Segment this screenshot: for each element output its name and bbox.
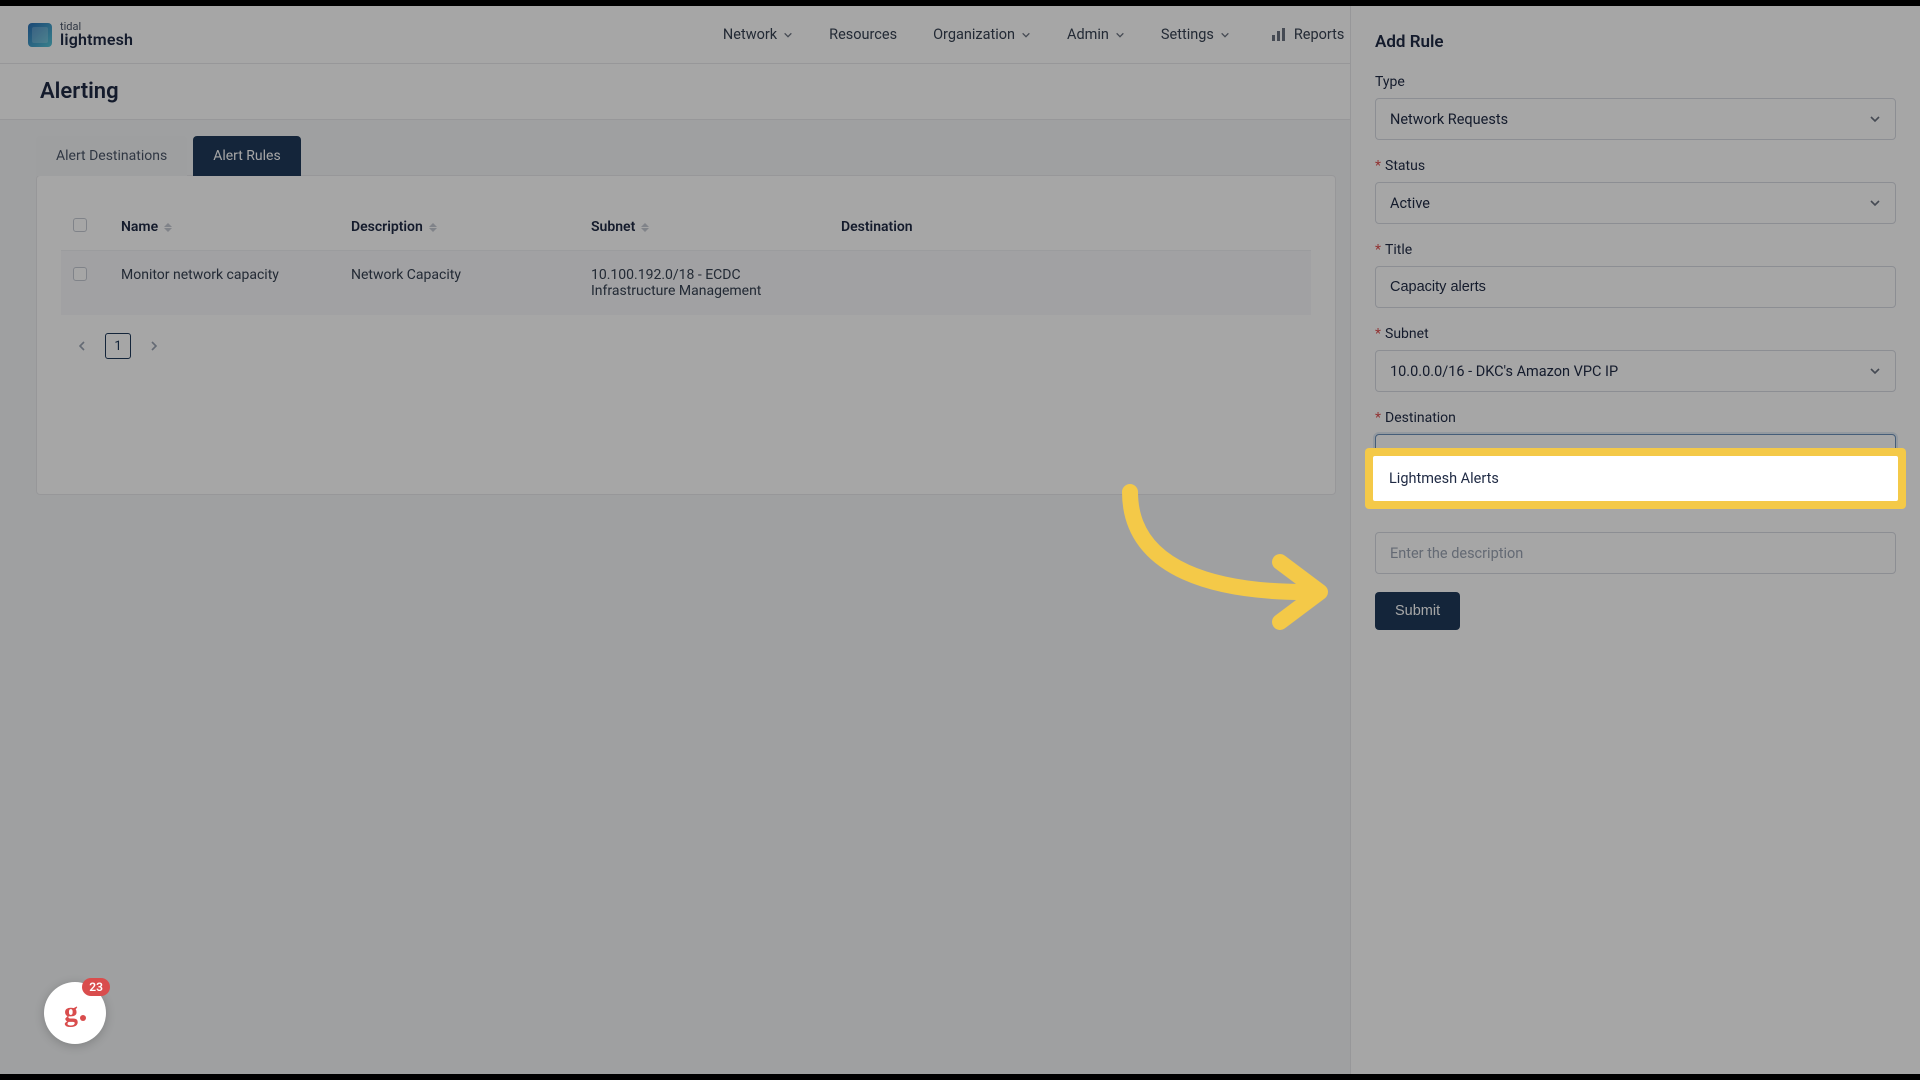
type-select[interactable]: Network Requests xyxy=(1375,98,1896,140)
nav-resources[interactable]: Resources xyxy=(829,26,897,43)
tab-alert-destinations[interactable]: Alert Destinations xyxy=(36,136,187,176)
bar-chart-icon xyxy=(1270,27,1286,43)
nav-admin[interactable]: Admin xyxy=(1067,26,1125,43)
nav-settings[interactable]: Settings xyxy=(1161,26,1230,43)
tab-alert-rules[interactable]: Alert Rules xyxy=(193,136,301,176)
dot-icon xyxy=(80,1015,86,1021)
help-widget-count: 23 xyxy=(82,978,110,996)
pager-next[interactable] xyxy=(141,333,167,359)
tabs: Alert Destinations Alert Rules xyxy=(36,136,1336,176)
nav-reports[interactable]: Reports xyxy=(1270,26,1345,43)
chevron-down-icon xyxy=(1869,113,1881,125)
title-input-field[interactable] xyxy=(1390,279,1881,295)
rules-panel: Name Description Subnet Destination Moni… xyxy=(36,175,1336,495)
select-all-checkbox[interactable] xyxy=(73,218,87,232)
cell-destination xyxy=(829,251,1311,316)
panel-title: Add Rule xyxy=(1375,32,1896,52)
col-destination[interactable]: Destination xyxy=(841,219,913,235)
nav-settings-label: Settings xyxy=(1161,26,1214,43)
type-label: Type xyxy=(1375,74,1896,90)
col-description[interactable]: Description xyxy=(351,219,423,235)
col-name[interactable]: Name xyxy=(121,219,158,235)
chevron-right-icon xyxy=(149,341,159,351)
col-subnet[interactable]: Subnet xyxy=(591,219,635,235)
sort-icon xyxy=(641,223,649,232)
destination-option-lightmesh-alerts[interactable]: Lightmesh Alerts xyxy=(1373,456,1898,501)
row-checkbox[interactable] xyxy=(73,267,87,281)
primary-nav: Network Resources Organization Admin Set… xyxy=(723,26,1230,43)
nav-organization-label: Organization xyxy=(933,26,1015,43)
pager-page-1[interactable]: 1 xyxy=(105,333,131,359)
brand-mark-icon xyxy=(28,23,52,47)
table-row[interactable]: Monitor network capacity Network Capacit… xyxy=(61,251,1311,316)
type-value: Network Requests xyxy=(1390,111,1508,128)
brand-bottom: lightmesh xyxy=(60,32,133,48)
chevron-down-icon xyxy=(1869,197,1881,209)
nav-organization[interactable]: Organization xyxy=(933,26,1031,43)
cell-description: Network Capacity xyxy=(339,251,579,316)
chevron-left-icon xyxy=(77,341,87,351)
chevron-down-icon xyxy=(1220,30,1230,40)
destination-label: *Destination xyxy=(1375,410,1896,426)
subnet-label: *Subnet xyxy=(1375,326,1896,342)
subnet-select[interactable]: 10.0.0.0/16 - DKC's Amazon VPC IP xyxy=(1375,350,1896,392)
sort-icon xyxy=(164,223,172,232)
cell-name: Monitor network capacity xyxy=(109,251,339,316)
page-title: Alerting xyxy=(40,79,119,104)
sort-icon xyxy=(429,223,437,232)
rules-table: Name Description Subnet Destination Moni… xyxy=(61,204,1311,315)
subnet-value: 10.0.0.0/16 - DKC's Amazon VPC IP xyxy=(1390,363,1618,380)
status-select[interactable]: Active xyxy=(1375,182,1896,224)
brand-logo[interactable]: tidal lightmesh xyxy=(28,21,133,48)
chevron-down-icon xyxy=(1021,30,1031,40)
nav-reports-label: Reports xyxy=(1294,26,1345,43)
description-placeholder: Enter the description xyxy=(1390,545,1523,562)
help-widget[interactable]: g 23 xyxy=(44,982,106,1044)
annotation-arrow xyxy=(1110,482,1340,646)
destination-dropdown: Lightmesh Alerts xyxy=(1365,448,1906,509)
pager-prev[interactable] xyxy=(69,333,95,359)
chevron-down-icon xyxy=(783,30,793,40)
description-input[interactable]: Enter the description xyxy=(1375,532,1896,574)
chevron-down-icon xyxy=(1869,365,1881,377)
title-input[interactable] xyxy=(1375,266,1896,308)
nav-network[interactable]: Network xyxy=(723,26,793,43)
chevron-down-icon xyxy=(1115,30,1125,40)
cell-subnet: 10.100.192.0/18 - ECDC Infrastructure Ma… xyxy=(579,251,829,316)
submit-button[interactable]: Submit xyxy=(1375,592,1460,630)
nav-network-label: Network xyxy=(723,26,777,43)
add-rule-panel: Add Rule Type Network Requests *Status A… xyxy=(1350,6,1920,1074)
nav-resources-label: Resources xyxy=(829,26,897,43)
help-widget-letter: g xyxy=(64,997,78,1029)
nav-admin-label: Admin xyxy=(1067,26,1109,43)
title-label: *Title xyxy=(1375,242,1896,258)
status-label: *Status xyxy=(1375,158,1896,174)
status-value: Active xyxy=(1390,195,1430,212)
pagination: 1 xyxy=(61,333,1311,359)
